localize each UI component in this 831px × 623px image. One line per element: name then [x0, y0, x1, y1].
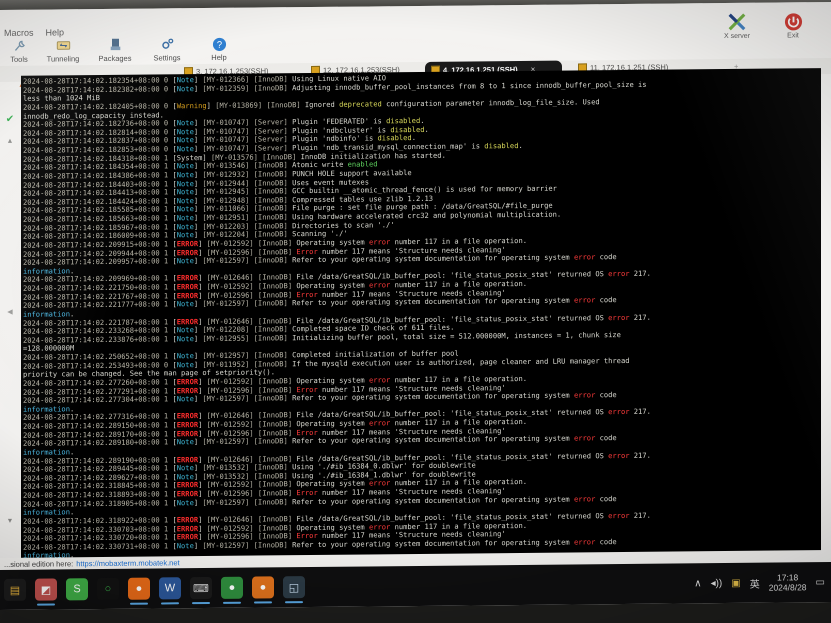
ribbon-button-tunneling[interactable]: Tunneling — [38, 37, 88, 64]
svg-text:?: ? — [216, 39, 221, 49]
exit-label: Exit — [787, 32, 799, 40]
firefox-icon[interactable]: ● — [128, 577, 150, 600]
chrome-icon[interactable]: ● — [221, 576, 243, 599]
menu-item-help[interactable]: Help — [46, 27, 65, 37]
x-server-label: X server — [723, 32, 751, 41]
ribbon-button-settings[interactable]: Settings — [142, 36, 192, 63]
left-gutter: ✔ ▲ ◀ ▼ — [0, 89, 20, 570]
ime-icon[interactable]: 英 — [750, 575, 760, 590]
ribbon-button-help[interactable]: ? Help — [194, 36, 244, 62]
terminal-icon[interactable]: ⌨ — [190, 576, 212, 600]
taskbar-icon-list: ▤ ◩ S ○ ● W ⌨ ● ● ◱ — [0, 576, 305, 601]
screen-photo: Macros Help Tools Tunneling Packages Set… — [0, 0, 831, 623]
network-icon[interactable]: ▣ — [731, 577, 740, 588]
help-question-icon: ? — [212, 36, 227, 52]
power-exit-icon — [773, 10, 813, 32]
ribbon-label-packages: Packages — [98, 53, 132, 64]
notes-icon[interactable]: ◱ — [283, 576, 305, 599]
scroll-up-icon[interactable]: ▲ — [3, 134, 17, 148]
settings-gear-icon — [160, 36, 175, 52]
clock[interactable]: 17:18 2024/8/28 — [769, 572, 807, 592]
navicat-icon[interactable]: ○ — [97, 577, 119, 601]
menu-item-macros[interactable]: Macros — [4, 28, 34, 38]
scroll-down-icon[interactable]: ▼ — [3, 514, 17, 528]
photos-icon[interactable]: ◩ — [35, 578, 57, 601]
word-icon[interactable]: W — [159, 577, 181, 600]
volume-icon[interactable]: ◂)) — [711, 578, 723, 589]
x-server-icon — [717, 11, 757, 33]
ribbon-label-tools: Tools — [10, 54, 28, 64]
ribbon-button-tools[interactable]: Tools — [2, 38, 36, 64]
collapse-icon[interactable]: ◀ — [3, 305, 17, 319]
tunneling-icon — [56, 37, 71, 53]
tray-chevron-icon[interactable]: ∧ — [694, 578, 701, 589]
top-right-actions: X server Exit — [717, 10, 813, 40]
terminal-output[interactable]: 2024-08-28T17:14:02.182354+08:00 0 [Note… — [21, 68, 821, 566]
status-text: ...sional edition here: — [4, 558, 74, 569]
x-server-button[interactable]: X server — [717, 11, 757, 40]
explorer-icon[interactable]: ▤ — [4, 578, 26, 601]
notifications-icon[interactable]: ▭ — [816, 577, 825, 588]
sublime-icon[interactable]: S — [66, 578, 88, 601]
terminal-text: 2024-08-28T17:14:02.182354+08:00 0 [Note… — [23, 73, 651, 566]
mobaxterm-link[interactable]: https://mobaxterm.mobatek.net — [76, 558, 179, 568]
packages-icon — [109, 37, 122, 53]
clock-date: 2024/8/28 — [768, 582, 807, 593]
ribbon-label-help: Help — [211, 52, 227, 62]
windows-taskbar: ▤ ◩ S ○ ● W ⌨ ● ● ◱ ∧ ◂)) ▣ 英 17:18 2024/8/28 ▭ — [0, 562, 831, 610]
clock-time: 17:18 — [776, 572, 799, 583]
mobaxterm-window: Macros Help Tools Tunneling Packages Set… — [0, 2, 831, 611]
system-tray: ∧ ◂)) ▣ 英 17:18 2024/8/28 ▭ — [694, 572, 831, 593]
mobaxterm-icon[interactable]: ● — [252, 576, 274, 599]
ribbon-button-packages[interactable]: Packages — [90, 37, 140, 63]
screen-content: Macros Help Tools Tunneling Packages Set… — [0, 2, 831, 611]
exit-button[interactable]: Exit — [773, 10, 813, 39]
wrench-icon — [13, 38, 26, 54]
ribbon-label-tunneling: Tunneling — [46, 54, 80, 64]
ribbon-label-settings: Settings — [153, 53, 181, 63]
status-ok-icon: ✔ — [5, 113, 15, 125]
